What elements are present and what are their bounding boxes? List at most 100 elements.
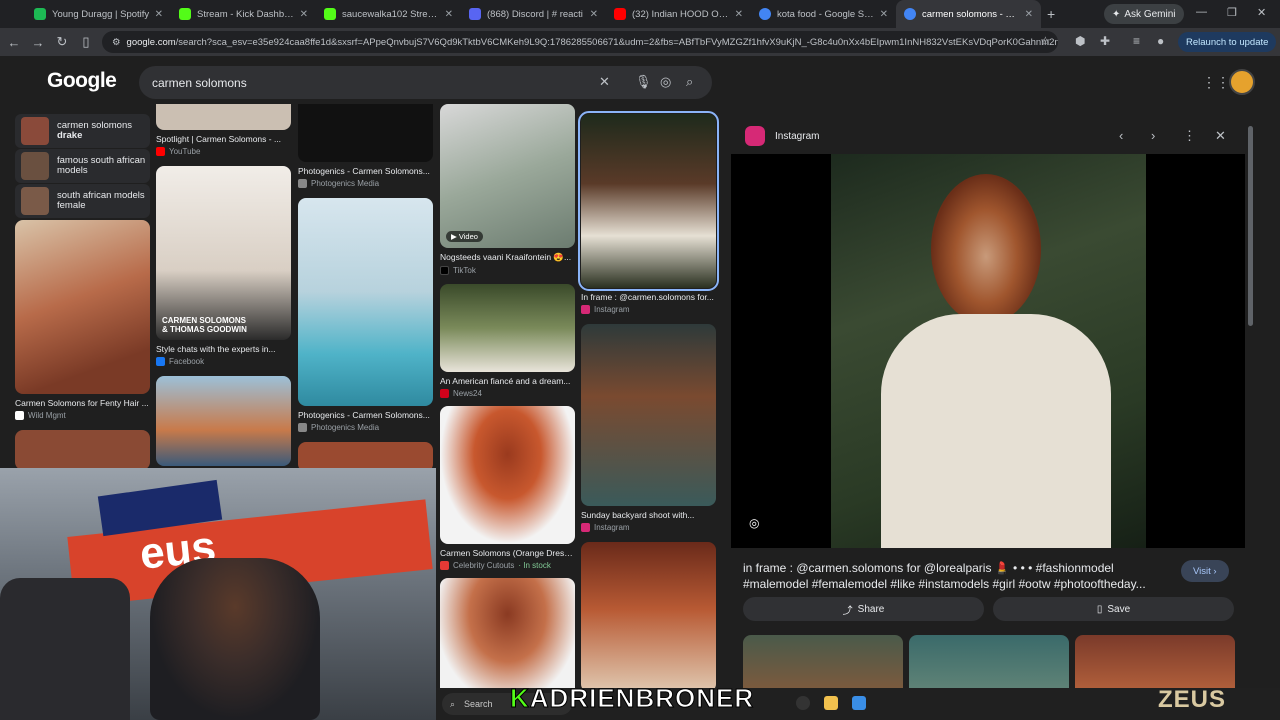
tab-title: saucewalka102 Stream - Wa: [342, 8, 441, 20]
close-icon[interactable]: ✕: [590, 9, 598, 20]
close-icon[interactable]: ✕: [445, 9, 453, 20]
image-result[interactable]: ▶ Video Nogsteeds vaani Kraaifontein 😍..…: [440, 104, 575, 275]
result-image: ▶ Video: [440, 104, 575, 248]
image-result[interactable]: [15, 430, 150, 470]
facebook-icon: [156, 357, 165, 366]
scrollbar[interactable]: [1248, 126, 1253, 326]
close-icon[interactable]: ✕: [300, 9, 308, 20]
apps-icon[interactable]: ⋮⋮: [1202, 74, 1230, 91]
site-info-icon[interactable]: ⚙: [112, 37, 121, 48]
chevron-right-icon[interactable]: ›: [1151, 128, 1155, 143]
chevron-left-icon[interactable]: ‹: [1119, 128, 1123, 143]
star-icon[interactable]: ☆: [1040, 34, 1051, 48]
close-icon[interactable]: ✕: [880, 9, 888, 20]
tab-carmen-solomons[interactable]: carmen solomons - Google ✕: [896, 0, 1041, 28]
tab-title: (868) Discord | # reacti: [487, 8, 583, 20]
back-icon[interactable]: ←: [2, 35, 26, 50]
image-result[interactable]: CARMEN SOLOMONS & THOMAS GOODWIN Style c…: [156, 166, 291, 366]
result-image: [156, 376, 291, 466]
related-search-item[interactable]: south african models female: [15, 184, 150, 218]
result-image: [440, 578, 575, 698]
close-icon[interactable]: ✕: [1025, 9, 1033, 20]
image-result[interactable]: An American fiancé and a dream... News24: [440, 284, 575, 398]
image-result[interactable]: Photogenics - Carmen Solomons... Photoge…: [298, 198, 433, 432]
toolbar: ← → ↻ ▯ ⚙ google.com/search?sca_esv=e35e…: [0, 28, 1280, 56]
result-image: [298, 104, 433, 162]
result-image: [298, 198, 433, 406]
image-result-selected[interactable]: In frame : @carmen.solomons for... Insta…: [578, 111, 719, 314]
app-icon[interactable]: [852, 696, 866, 710]
result-source: Instagram: [581, 305, 716, 314]
search-icon[interactable]: ⌕: [686, 74, 693, 90]
source-icon: [298, 179, 307, 188]
related-label: carmen solomons: [57, 119, 132, 131]
source-label: Photogenics Media: [311, 179, 380, 188]
close-icon[interactable]: ✕: [735, 9, 743, 20]
save-label: Save: [1107, 603, 1131, 615]
image-result[interactable]: [440, 578, 575, 698]
tab-spotify[interactable]: Young Duragg | Spotify ✕: [26, 0, 171, 28]
source-label: News24: [453, 389, 482, 398]
image-result[interactable]: [581, 542, 716, 692]
image-result[interactable]: Spotlight | Carmen Solomons - ... YouTub…: [156, 104, 291, 156]
image-overlay-text: CARMEN SOLOMONS & THOMAS GOODWIN: [162, 316, 247, 334]
share-button[interactable]: ⤴ Share: [743, 597, 984, 621]
forward-icon[interactable]: →: [26, 35, 50, 50]
puzzle-icon[interactable]: ✚: [1100, 34, 1110, 48]
tab-youtube[interactable]: (32) Indian HOOD Of Durba ✕: [606, 0, 751, 28]
sidebar-icon[interactable]: ▯: [74, 34, 98, 50]
gemini-icon: ✦: [1112, 8, 1121, 20]
minimize-icon[interactable]: —: [1196, 6, 1207, 18]
source-label: Instagram: [594, 523, 630, 532]
close-window-icon[interactable]: ✕: [1257, 6, 1266, 19]
related-search-item[interactable]: famous south african models: [15, 149, 150, 183]
visit-button[interactable]: Visit ›: [1181, 560, 1229, 582]
maximize-icon[interactable]: ❐: [1227, 6, 1237, 19]
address-bar[interactable]: ⚙ google.com/search?sca_esv=e35e924caa8f…: [102, 31, 1058, 53]
tab-discord[interactable]: (868) Discord | # reacti ✕: [461, 0, 606, 28]
related-label: famous south african models: [57, 154, 146, 176]
media-icon[interactable]: ≡: [1133, 34, 1140, 48]
tiktok-icon: [440, 266, 449, 275]
close-icon[interactable]: ✕: [1215, 128, 1226, 144]
related-search-item[interactable]: carmen solomons drake: [15, 114, 150, 148]
new-tab-button[interactable]: +: [1047, 6, 1055, 22]
reload-icon[interactable]: ↻: [50, 34, 74, 50]
tab-kick-stream[interactable]: saucewalka102 Stream - Wa ✕: [316, 0, 461, 28]
preview-image[interactable]: ◎: [731, 154, 1245, 548]
url-path: /search?sca_esv=e35e924caa8ffe1d&sxsrf=A…: [175, 36, 1058, 48]
tab-kota-food[interactable]: kota food - Google Search ✕: [751, 0, 896, 28]
more-icon[interactable]: ⋮: [1183, 128, 1196, 144]
image-result[interactable]: Carmen Solomons (Orange Dress... Celebri…: [440, 406, 575, 570]
lens-icon[interactable]: ◎: [749, 516, 765, 532]
image-result[interactable]: Carmen Solomons for Fenty Hair ... Wild …: [15, 220, 150, 420]
avatar[interactable]: [1229, 69, 1255, 95]
image-result[interactable]: Photogenics - Carmen Solomons... Photoge…: [298, 104, 433, 188]
result-source: News24: [440, 389, 575, 398]
result-caption: Nogsteeds vaani Kraaifontein 😍...: [440, 252, 572, 262]
result-caption: Photogenics - Carmen Solomons...: [298, 166, 430, 176]
result-source: YouTube: [156, 147, 291, 156]
mic-icon[interactable]: 🎙: [635, 74, 652, 90]
preview-header: Instagram ‹ › ⋮ ✕: [731, 118, 1245, 154]
search-input[interactable]: carmen solomons ✕ 🎙 ◎ ⌕: [139, 66, 712, 99]
close-icon[interactable]: ✕: [155, 9, 163, 20]
folder-icon[interactable]: [824, 696, 838, 710]
google-logo[interactable]: Google: [47, 69, 117, 93]
tab-kick-dashboard[interactable]: Stream - Kick Dashboard ✕: [171, 0, 316, 28]
extension-icon[interactable]: ⬢: [1075, 34, 1085, 48]
save-button[interactable]: ▯ Save: [993, 597, 1234, 621]
profile-icon[interactable]: ●: [1157, 34, 1164, 48]
preview-source[interactable]: Instagram: [775, 131, 819, 142]
close-icon[interactable]: ✕: [599, 74, 610, 90]
tab-title: carmen solomons - Google: [922, 8, 1021, 20]
image-result[interactable]: Sunday backyard shoot with... Instagram: [581, 324, 716, 532]
relaunch-button[interactable]: Relaunch to update: [1178, 32, 1277, 52]
lens-icon[interactable]: ◎: [660, 74, 671, 90]
image-result[interactable]: [156, 376, 291, 466]
ask-gemini-button[interactable]: ✦ Ask Gemini: [1104, 4, 1184, 24]
result-image: [440, 284, 575, 372]
obs-icon[interactable]: [796, 696, 810, 710]
news24-icon: [440, 389, 449, 398]
discord-icon: [469, 8, 481, 20]
